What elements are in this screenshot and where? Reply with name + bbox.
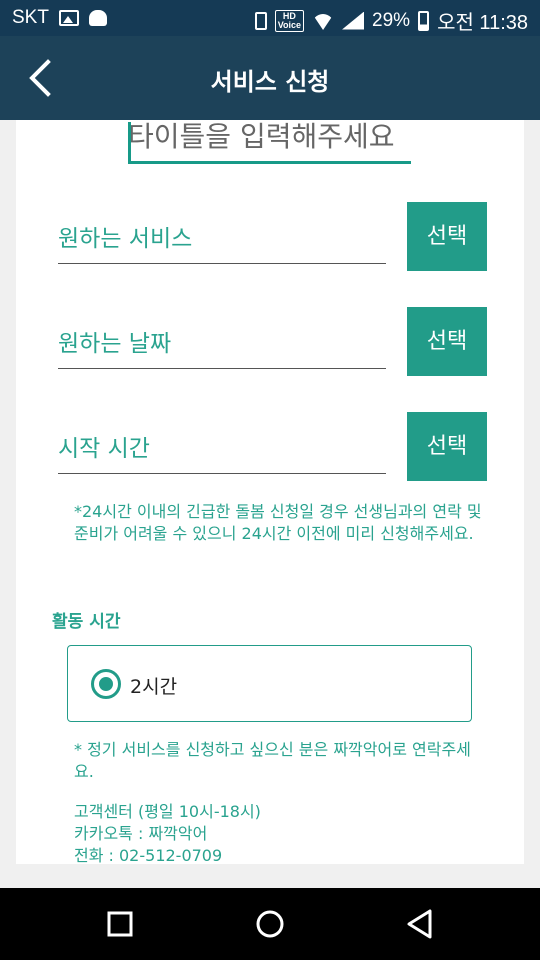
wifi-icon (312, 12, 334, 30)
activity-time-label: 활동 시간 (52, 612, 121, 632)
system-nav-bar (0, 888, 540, 960)
select-date-button[interactable]: 선택 (407, 307, 487, 376)
service-field[interactable]: 원하는 서비스 (58, 224, 386, 264)
signal-icon (342, 11, 365, 30)
android-notification-icon (88, 10, 107, 26)
home-button[interactable] (248, 902, 292, 946)
activity-option-2h[interactable]: 2시간 (67, 645, 472, 722)
back-icon (407, 909, 432, 939)
recents-button[interactable] (98, 902, 142, 946)
status-bar: SKT HD Voice 29% 오전 11:38 (0, 0, 540, 36)
kakaotalk-contact: 카카오톡 : 짜깍악어 (74, 824, 208, 843)
phone-contact: 전화 : 02-512-0709 (74, 846, 223, 864)
battery-icon (418, 10, 430, 31)
select-start-time-button[interactable]: 선택 (407, 412, 487, 481)
contact-info: 고객센터 (평일 10시-18시) 카카오톡 : 짜깍악어 전화 : 02-51… (74, 801, 484, 864)
voice-label: Voice (277, 19, 302, 30)
recents-icon (107, 911, 133, 937)
carrier-label: SKT (12, 7, 49, 28)
select-service-button[interactable]: 선택 (407, 202, 487, 271)
date-field[interactable]: 원하는 날짜 (58, 329, 386, 369)
regular-service-notice: * 정기 서비스를 신청하고 싶으신 분은 짜깍악어로 연락주세요. (74, 740, 471, 781)
vibrate-icon (254, 11, 267, 30)
radio-selected-icon[interactable] (91, 669, 121, 699)
customer-center-hours: 고객센터 (평일 10시-18시) (74, 802, 261, 821)
text-cursor (128, 122, 131, 162)
form-card: 타이틀을 입력해주세요 원하는 서비스 선택 원하는 날짜 선택 시작 시간 선… (16, 120, 524, 864)
home-icon (256, 910, 284, 938)
hd-voice-icon: HD Voice (274, 9, 305, 32)
system-back-button[interactable] (398, 902, 442, 946)
app-bar: 서비스 신청 (0, 36, 540, 120)
page-title: 서비스 신청 (210, 68, 330, 96)
urgent-notice: *24시간 이내의 긴급한 돌봄 신청일 경우 선생님과의 연락 및 준비가 어… (74, 502, 482, 543)
clock: 오전 11:38 (437, 12, 528, 34)
battery-percent: 29% (372, 9, 411, 31)
image-notification-icon (58, 10, 79, 26)
title-input[interactable]: 타이틀을 입력해주세요 (128, 120, 411, 164)
start-time-field[interactable]: 시작 시간 (58, 434, 386, 474)
activity-option-label: 2시간 (130, 676, 178, 698)
